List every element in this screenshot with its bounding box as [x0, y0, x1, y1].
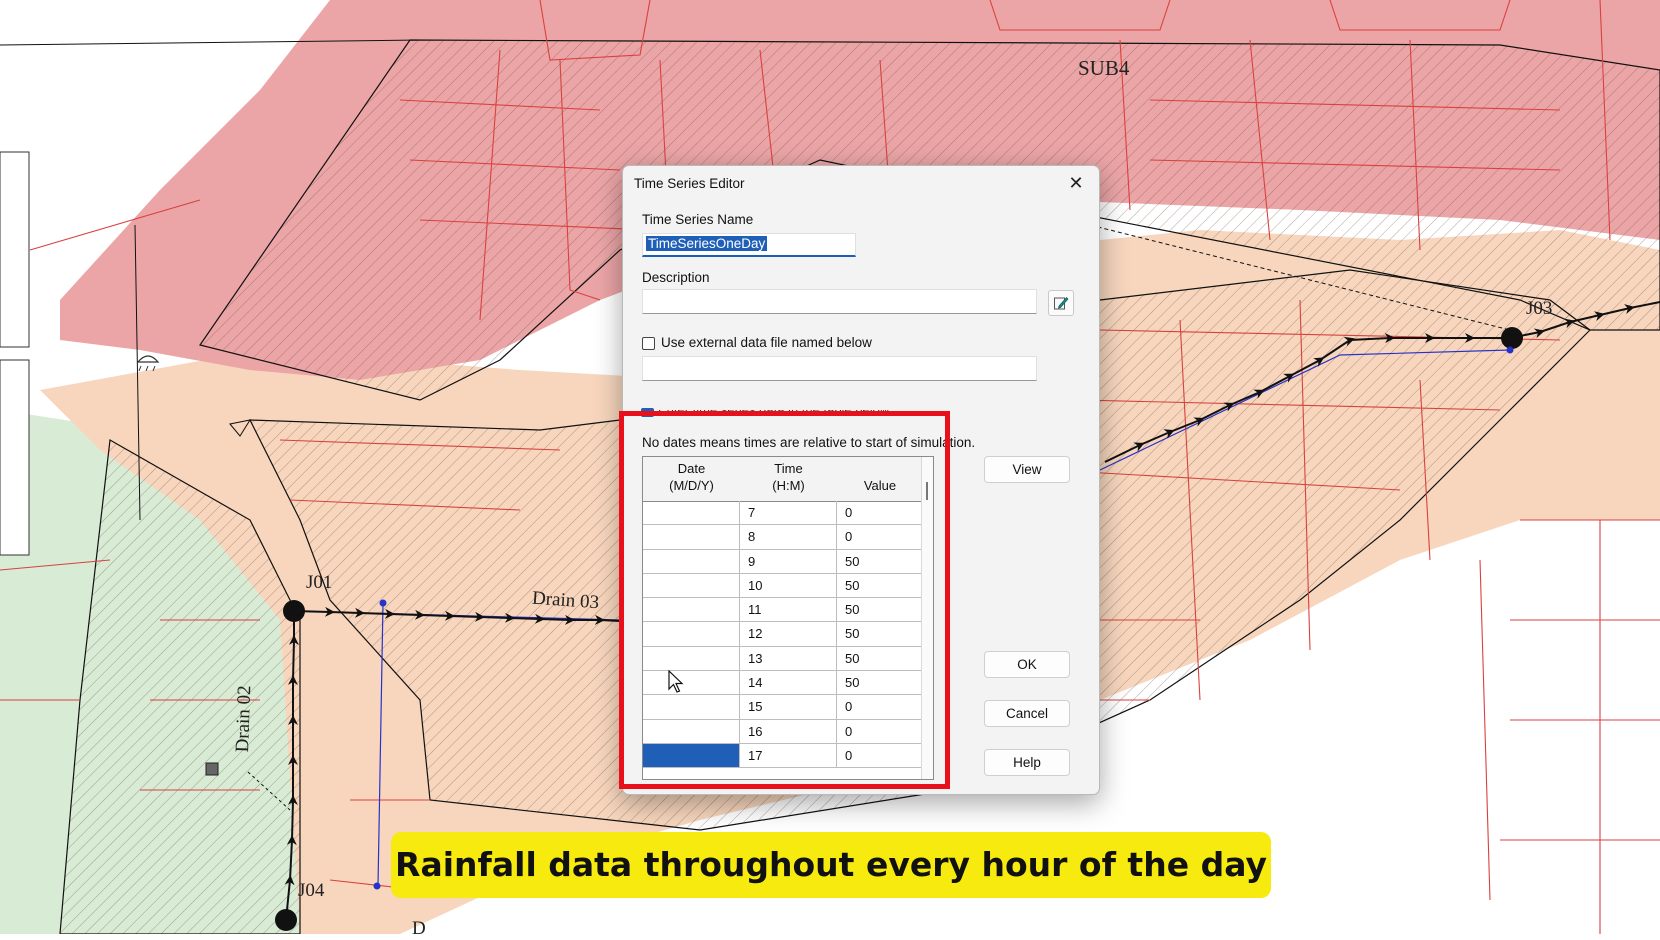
mouse-cursor-icon: [668, 670, 684, 693]
cell-time[interactable]: 13: [740, 646, 837, 671]
table-scrollbar[interactable]: [921, 457, 933, 779]
table-row[interactable]: 9 50: [643, 549, 933, 574]
table-row[interactable]: 16 0: [643, 719, 933, 744]
cell-value[interactable]: 0: [837, 525, 933, 548]
table-row[interactable]: 10 50: [643, 573, 933, 599]
ok-button[interactable]: OK: [984, 651, 1070, 678]
table-row[interactable]: 12 50: [643, 622, 933, 647]
external-file-input[interactable]: [642, 356, 1037, 381]
cell-time[interactable]: 9: [740, 549, 837, 573]
header-date[interactable]: Date (M/D/Y): [643, 457, 740, 504]
description-label: Description: [642, 270, 710, 285]
cell-date[interactable]: [643, 525, 740, 549]
cell-date[interactable]: [643, 719, 740, 743]
cancel-button[interactable]: Cancel: [984, 700, 1070, 727]
cell-value[interactable]: 50: [837, 622, 933, 645]
time-series-name-input[interactable]: TimeSeriesOneDay: [642, 233, 856, 257]
table-row[interactable]: 11 50: [643, 598, 933, 623]
table-row[interactable]: 80: [643, 525, 933, 550]
cell-time[interactable]: 15: [740, 695, 837, 719]
cell-date[interactable]: [643, 501, 740, 525]
map-label-j01: J01: [306, 572, 333, 593]
table-header: Date (M/D/Y) Time (H:M) Value: [643, 457, 933, 502]
cell-value[interactable]: 0: [837, 695, 933, 718]
pencil-edit-icon[interactable]: [1048, 290, 1074, 316]
map-label-j03: J03: [1526, 298, 1553, 319]
junction-j01[interactable]: [283, 600, 305, 622]
table-row[interactable]: 15 0: [643, 695, 933, 720]
relative-times-note: No dates means times are relative to sta…: [642, 435, 976, 450]
help-button[interactable]: Help: [984, 749, 1070, 776]
cell-value[interactable]: 50: [837, 671, 933, 694]
table-body: 7 0 8 0 9 50 10 50 11 50 12 50 13 50 14 50 15 0 16 0 17 0: [643, 501, 933, 769]
table-row[interactable]: 13 50: [643, 646, 933, 672]
header-time[interactable]: Time (H:M): [740, 457, 837, 504]
cell-value[interactable]: 50: [837, 574, 933, 597]
map-label-j04: J04: [298, 880, 325, 901]
time-series-name-value: TimeSeriesOneDay: [646, 236, 768, 251]
table-row[interactable]: 14 50: [643, 671, 933, 696]
cell-time[interactable]: 16: [740, 719, 837, 743]
map-label-d: D: [412, 918, 426, 939]
cell-date[interactable]: [643, 622, 740, 646]
close-icon[interactable]: ✕: [1061, 170, 1091, 196]
cell-date[interactable]: [643, 671, 740, 695]
caption-banner: Rainfall data throughout every hour of t…: [391, 832, 1271, 898]
map-label-sub4: SUB4: [1078, 56, 1130, 80]
cell-date[interactable]: [643, 743, 740, 768]
dialog-title: Time Series Editor: [634, 176, 745, 191]
description-input[interactable]: [642, 289, 1037, 314]
cell-date[interactable]: [643, 549, 740, 573]
map-label-drain-02: Drain 02: [232, 685, 256, 753]
table-row[interactable]: 70: [643, 501, 933, 526]
cell-time[interactable]: 17: [740, 743, 837, 768]
view-button[interactable]: View: [984, 456, 1070, 483]
cell-date[interactable]: [643, 573, 740, 598]
junction-j04[interactable]: [275, 909, 297, 931]
cell-value[interactable]: 50: [837, 647, 933, 670]
use-external-label: Use external data file named below: [661, 335, 872, 350]
cell-time[interactable]: 11: [740, 598, 837, 622]
junction-j03[interactable]: [1501, 327, 1523, 349]
cell-value[interactable]: 0: [837, 720, 933, 743]
cell-value[interactable]: 50: [837, 598, 933, 621]
enter-table-checkbox[interactable]: [641, 408, 654, 417]
cell-time[interactable]: 14: [740, 671, 837, 695]
cell-date[interactable]: [643, 598, 740, 622]
cell-time[interactable]: 12: [740, 622, 837, 646]
cell-value[interactable]: 0: [837, 744, 933, 767]
cell-date[interactable]: [643, 646, 740, 671]
use-external-checkbox[interactable]: [642, 337, 655, 350]
table-row[interactable]: 17 0: [643, 743, 933, 769]
cell-time[interactable]: 10: [740, 573, 837, 598]
time-series-editor-dialog: Time Series Editor ✕ Time Series Name Ti…: [622, 165, 1100, 795]
cell-value[interactable]: 50: [837, 550, 933, 573]
time-series-table[interactable]: Date (M/D/Y) Time (H:M) Value 7 0 8 0 9 50 10 5…: [642, 456, 934, 780]
cell-time[interactable]: 7: [740, 501, 837, 525]
time-series-name-label: Time Series Name: [642, 212, 754, 227]
cell-time[interactable]: 8: [740, 525, 837, 549]
cell-date[interactable]: [643, 695, 740, 719]
storage-node-icon[interactable]: [205, 762, 219, 776]
cell-value[interactable]: 0: [837, 501, 933, 524]
map-label-drain-03: Drain 03: [531, 587, 600, 614]
